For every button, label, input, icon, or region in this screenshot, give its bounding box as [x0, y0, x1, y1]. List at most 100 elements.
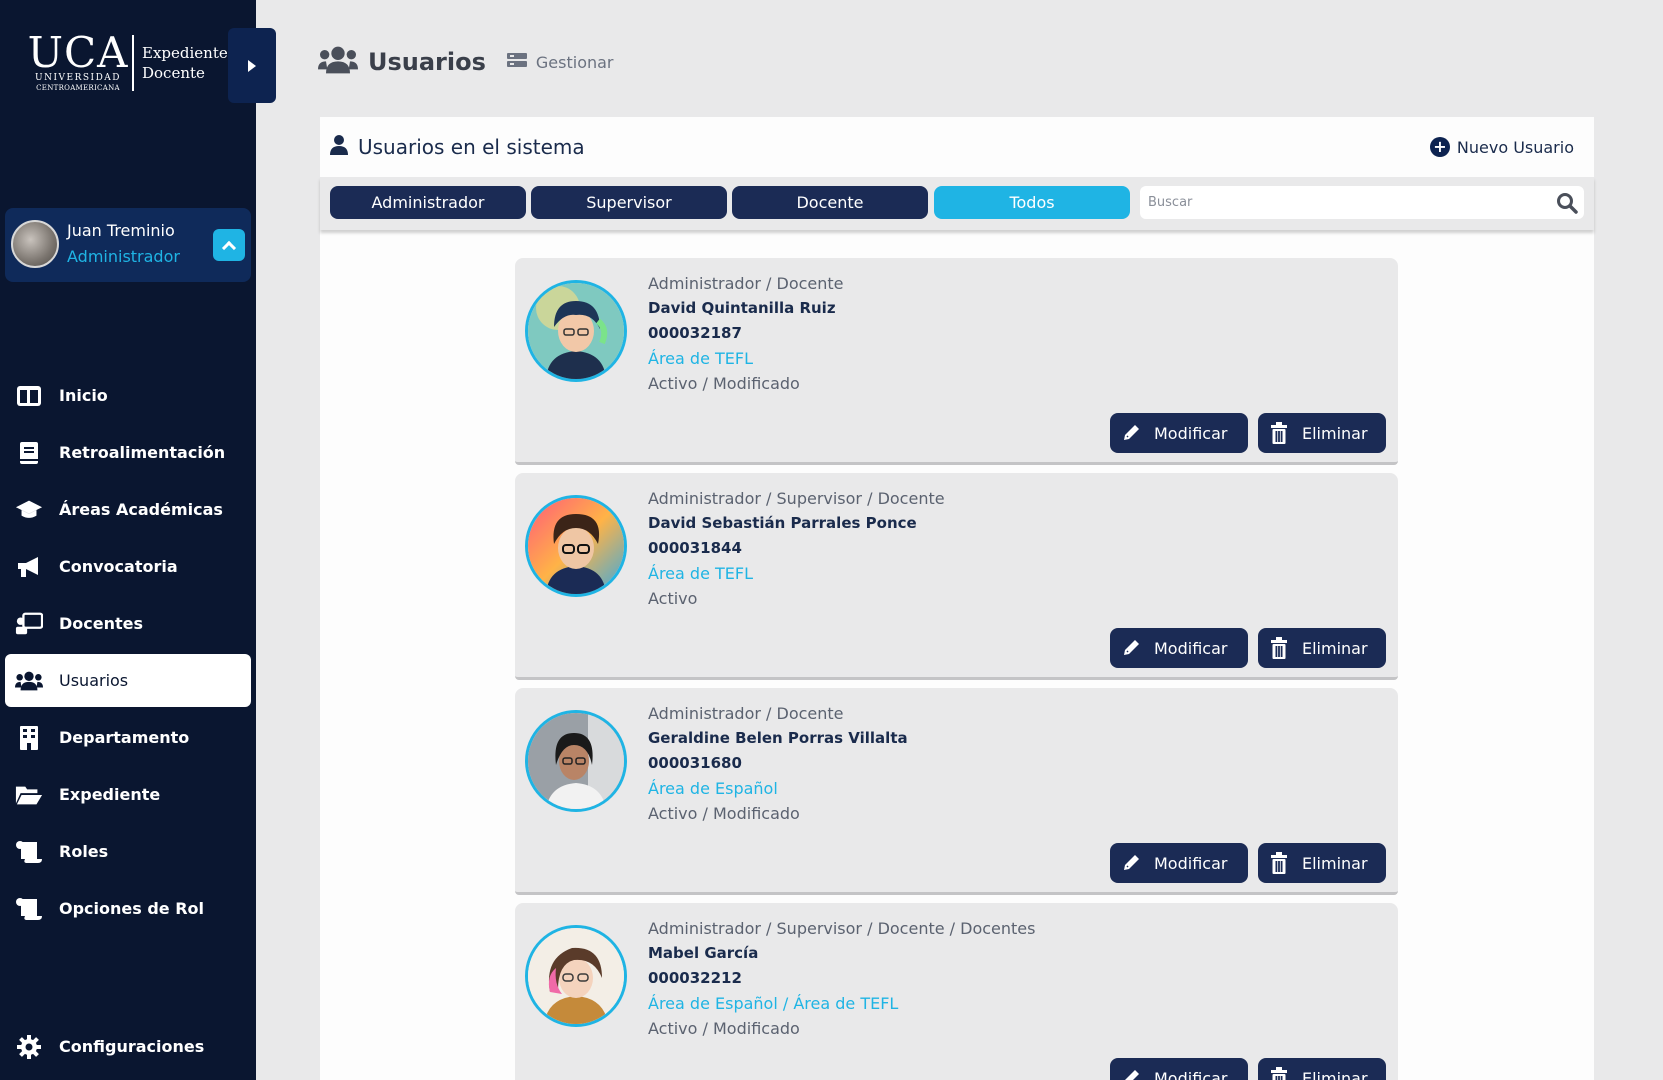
sidebar-item-departamento[interactable]: Departamento [5, 711, 251, 764]
trash-icon [1268, 1067, 1290, 1080]
logo-divider [132, 35, 134, 91]
graduation-cap-icon [15, 496, 43, 524]
modify-label: Modificar [1154, 1068, 1228, 1080]
avatar [525, 925, 627, 1027]
sidebar-item-label: Convocatoria [59, 557, 178, 576]
user-list: Administrador / Docente David Quintanill… [515, 258, 1398, 1080]
folder-open-icon [15, 781, 43, 809]
search-box [1140, 186, 1584, 219]
modify-button[interactable]: Modificar [1110, 843, 1248, 883]
sidebar-item-label: Usuarios [59, 671, 129, 690]
sidebar-item-usuarios[interactable]: Usuarios [5, 654, 251, 707]
sidebar-item-opciones-de-rol[interactable]: Opciones de Rol [5, 882, 251, 935]
avatar [11, 220, 59, 268]
new-user-label: Nuevo Usuario [1456, 137, 1574, 157]
modify-button[interactable]: Modificar [1110, 1058, 1248, 1080]
user-area[interactable]: Área de TEFL [648, 346, 844, 371]
new-user-button[interactable]: + Nuevo Usuario [1429, 137, 1574, 157]
delete-button[interactable]: Eliminar [1258, 628, 1386, 668]
sidebar: UCA UNIVERSIDAD CENTROAMERICANA Expedien… [0, 0, 256, 1080]
building-icon [15, 724, 43, 752]
sidebar-item-label: Expediente [59, 785, 161, 804]
search-icon[interactable] [1556, 192, 1578, 218]
logo-universidad-text: UNIVERSIDAD [34, 73, 121, 83]
pencil-icon [1120, 852, 1142, 874]
users-icon [15, 667, 43, 695]
trash-icon [1268, 422, 1290, 444]
filter-docente-button[interactable]: Docente [732, 186, 928, 219]
user-code: 000032212 [648, 969, 742, 987]
sidebar-item-label: Retroalimentación [59, 443, 226, 462]
filter-supervisor-button[interactable]: Supervisor [531, 186, 727, 219]
sidebar-item-retroalimentacion[interactable]: Retroalimentación [5, 426, 251, 479]
uca-logo[interactable]: UCA UNIVERSIDAD CENTROAMERICANA Expedien… [28, 30, 228, 96]
gear-icon [15, 1033, 43, 1061]
user-roles: Administrador / Docente [648, 704, 844, 723]
trash-icon [1268, 852, 1290, 874]
panel-header: Usuarios en el sistema + Nuevo Usuario [320, 117, 1594, 177]
sidebar-item-docentes[interactable]: Docentes [5, 597, 251, 650]
page-header: Usuarios Gestionar [318, 44, 614, 80]
sidebar-item-expediente[interactable]: Expediente [5, 768, 251, 821]
sidebar-item-convocatoria[interactable]: Convocatoria [5, 540, 251, 593]
list-icon [506, 51, 528, 73]
user-code: 000032187 [648, 324, 742, 342]
modify-label: Modificar [1154, 853, 1228, 873]
sidebar-item-label: Opciones de Rol [59, 899, 205, 918]
user-roles: Administrador / Supervisor / Docente / D… [648, 919, 1036, 938]
sidebar-item-roles[interactable]: Roles [5, 825, 251, 878]
trash-icon [1268, 637, 1290, 659]
logo-app-line1: Expediente [142, 44, 228, 62]
sidebar-item-areas-academicas[interactable]: Áreas Académicas [5, 483, 251, 536]
pencil-icon [1120, 1067, 1142, 1080]
delete-label: Eliminar [1302, 638, 1368, 658]
filter-todos-button[interactable]: Todos [934, 186, 1130, 219]
modify-button[interactable]: Modificar [1110, 413, 1248, 453]
user-fullname: David Sebastián Parrales Ponce [648, 514, 917, 532]
user-roles: Administrador / Supervisor / Docente [648, 489, 945, 508]
sidebar-item-inicio[interactable]: Inicio [5, 369, 251, 422]
avatar [525, 495, 627, 597]
users-icon [318, 45, 358, 79]
delete-label: Eliminar [1302, 853, 1368, 873]
user-code: 000031680 [648, 754, 742, 772]
pencil-icon [1120, 637, 1142, 659]
user-fullname: Mabel García [648, 944, 759, 962]
user-fullname: Geraldine Belen Porras Villalta [648, 729, 908, 747]
dashboard-icon [15, 382, 43, 410]
book-icon [15, 439, 43, 467]
modify-button[interactable]: Modificar [1110, 628, 1248, 668]
page-subtitle: Gestionar [535, 52, 614, 72]
filter-administrador-button[interactable]: Administrador [330, 186, 526, 219]
user-roles: Administrador / Docente [648, 274, 844, 293]
user-area[interactable]: Área de TEFL [648, 561, 945, 586]
sidebar-item-configuraciones[interactable]: Configuraciones [5, 1020, 251, 1073]
user-status: Activo / Modificado [648, 374, 800, 393]
logo-centroamericana-text: CENTROAMERICANA [36, 84, 120, 92]
avatar [525, 710, 627, 812]
delete-button[interactable]: Eliminar [1258, 1058, 1386, 1080]
user-profile-card[interactable]: Juan Treminio Administrador [5, 208, 251, 282]
sidebar-collapse-button[interactable] [228, 28, 276, 103]
pencil-icon [1120, 422, 1142, 444]
sidebar-nav: Inicio Retroalimentación Áreas Académica… [5, 369, 251, 939]
sidebar-item-label: Departamento [59, 728, 190, 747]
caret-right-icon [248, 59, 256, 72]
scroll-icon [15, 838, 43, 866]
user-status: Activo / Modificado [648, 804, 800, 823]
user-code: 000031844 [648, 539, 742, 557]
scroll-icon [15, 895, 43, 923]
delete-button[interactable]: Eliminar [1258, 413, 1386, 453]
list-item: Administrador / Docente David Quintanill… [515, 258, 1398, 465]
filter-bar: Administrador Supervisor Docente Todos [320, 177, 1594, 230]
list-item: Administrador / Supervisor / Docente / D… [515, 903, 1398, 1080]
sidebar-item-label: Configuraciones [59, 1037, 205, 1056]
user-area[interactable]: Área de Español / Área de TEFL [648, 991, 1035, 1016]
chevron-up-icon[interactable] [213, 229, 245, 261]
search-input[interactable] [1148, 195, 1538, 210]
user-area[interactable]: Área de Español [648, 776, 908, 801]
user-status: Activo / Modificado [648, 1019, 800, 1038]
delete-label: Eliminar [1302, 1068, 1368, 1080]
modify-label: Modificar [1154, 423, 1228, 443]
delete-button[interactable]: Eliminar [1258, 843, 1386, 883]
